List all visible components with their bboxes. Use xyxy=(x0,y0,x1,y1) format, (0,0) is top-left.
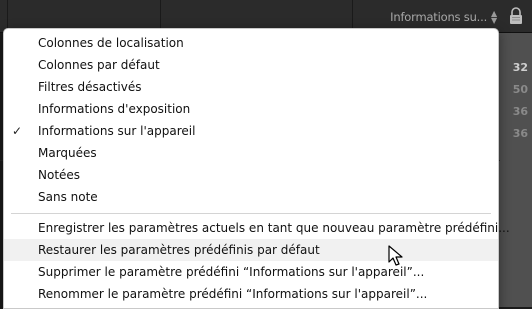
menu-item-marquees[interactable]: Marquées xyxy=(4,142,498,164)
menu-item-delete-preset[interactable]: Supprimer le paramètre prédéfini “Inform… xyxy=(4,261,498,283)
menu-item-sans-note[interactable]: Sans note xyxy=(4,186,498,208)
menu-item-rename-preset[interactable]: Renommer le paramètre prédéfini “Informa… xyxy=(4,283,498,305)
background-value: 36 xyxy=(512,127,528,140)
filter-preset-select[interactable]: Informations su... ▲ ▼ xyxy=(390,6,497,28)
menu-item-colonnes-par-defaut[interactable]: Colonnes par défaut xyxy=(4,54,498,76)
select-arrows-icon: ▲ ▼ xyxy=(491,9,497,25)
lock-icon[interactable] xyxy=(508,6,524,26)
menu-item-filtres-desactives[interactable]: Filtres désactivés xyxy=(4,76,498,98)
menu-item-label: Informations sur l'appareil xyxy=(38,124,196,138)
menu-item-label: Sans note xyxy=(38,190,98,204)
menu-item-colonnes-localisation[interactable]: Colonnes de localisation xyxy=(4,32,498,54)
background-value: 50 xyxy=(512,83,528,96)
menu-item-informations-exposition[interactable]: Informations d'exposition xyxy=(4,98,498,120)
menu-item-label: Colonnes par défaut xyxy=(38,58,160,72)
menu-item-label: Renommer le paramètre prédéfini “Informa… xyxy=(38,287,428,301)
preset-dropdown-menu: Colonnes de localisation Colonnes par dé… xyxy=(3,28,510,309)
background-value: 36 xyxy=(512,105,528,118)
mouse-pointer-icon xyxy=(388,245,403,266)
checkmark-icon: ✓ xyxy=(12,124,23,138)
menu-item-label: Notées xyxy=(38,168,81,182)
menu-item-notees[interactable]: Notées xyxy=(4,164,498,186)
menu-separator xyxy=(11,213,491,214)
filter-preset-label: Informations su... xyxy=(390,10,488,24)
menu-item-label: Enregistrer les paramètres actuels en ta… xyxy=(38,221,510,235)
background-value: 32 xyxy=(512,61,528,74)
menu-item-label: Supprimer le paramètre prédéfini “Inform… xyxy=(38,265,425,279)
menu-item-restore-defaults[interactable]: Restaurer les paramètres prédéfinis par … xyxy=(4,239,498,261)
menu-item-label: Filtres désactivés xyxy=(38,80,142,94)
menu-item-label: Colonnes de localisation xyxy=(38,36,184,50)
menu-item-save-preset[interactable]: Enregistrer les paramètres actuels en ta… xyxy=(4,217,510,239)
menu-item-label: Informations d'exposition xyxy=(38,102,191,116)
menu-item-label: Restaurer les paramètres prédéfinis par … xyxy=(38,243,320,257)
menu-item-informations-appareil[interactable]: ✓ Informations sur l'appareil xyxy=(4,120,498,142)
menu-item-label: Marquées xyxy=(38,146,97,160)
